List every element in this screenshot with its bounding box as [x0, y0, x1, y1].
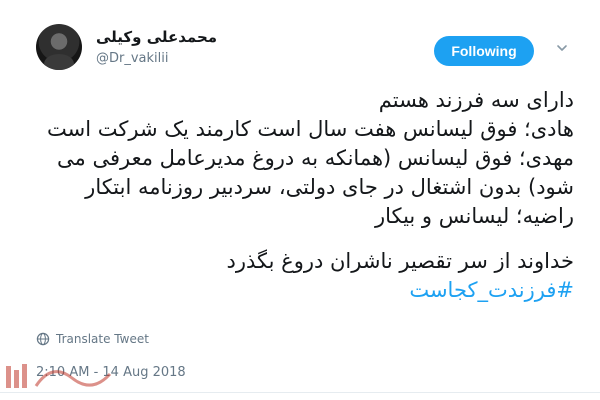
chevron-down-icon[interactable]	[556, 42, 568, 54]
tweet-line: راضیه؛ لیسانس و بیکار	[374, 204, 574, 228]
tweet-line: دارای سه فرزند هستم	[378, 88, 574, 112]
tweet-text: دارای سه فرزند هستم هادی؛ فوق لیسانس هفت…	[14, 86, 574, 305]
tweet-line: هادی؛ فوق لیسانس هفت سال است کارمند یک ش…	[47, 117, 574, 141]
tweet-timestamp[interactable]: 2:10 AM - 14 Aug 2018	[36, 365, 186, 380]
translate-tweet-link[interactable]: Translate Tweet	[36, 332, 149, 346]
tweet-line: شود) بدون اشتغال در جای دولتی، سردبیر رو…	[85, 175, 574, 199]
avatar[interactable]	[36, 24, 82, 70]
tweet-line: مهدی؛ فوق لیسانس (همانکه به دروغ مدیرعام…	[57, 146, 574, 170]
divider	[0, 392, 600, 393]
hashtag-link[interactable]: #فرزندت_کجاست	[14, 276, 574, 305]
author-display-name[interactable]: محمدعلی وکیلی	[96, 28, 217, 46]
tweet-card: محمدعلی وکیلی @Dr_vakilii Following دارا…	[0, 0, 600, 400]
translate-tweet-label: Translate Tweet	[56, 332, 149, 346]
tweet-line: خداوند از سر تقصیر ناشران دروغ بگذرد	[226, 249, 574, 273]
following-button[interactable]: Following	[434, 36, 534, 66]
globe-icon	[36, 332, 50, 346]
author-handle[interactable]: @Dr_vakilii	[96, 51, 169, 66]
